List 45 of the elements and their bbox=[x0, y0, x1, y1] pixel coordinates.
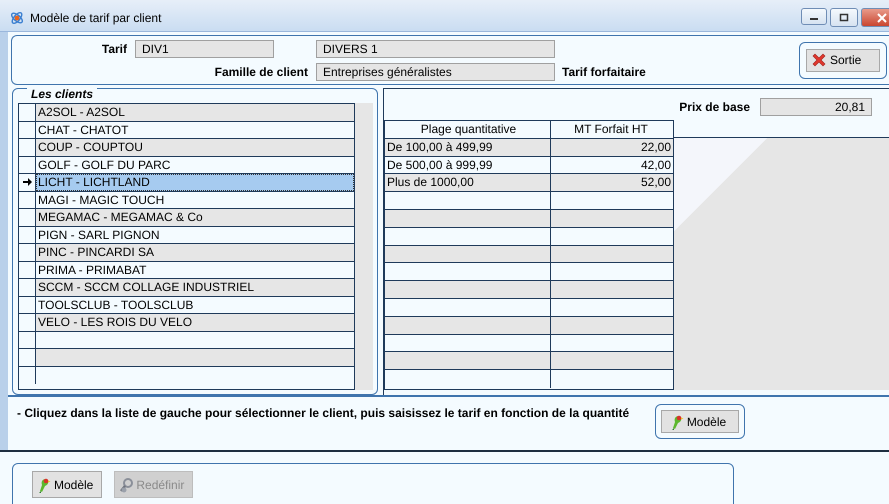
empty-row[interactable] bbox=[19, 332, 354, 349]
field-label: Tarif bbox=[100, 42, 127, 56]
row-pointer-icon bbox=[22, 177, 32, 188]
close-icon bbox=[875, 12, 889, 24]
maximize-icon bbox=[837, 12, 851, 24]
empty-row[interactable] bbox=[385, 210, 673, 228]
instruction-text: - Cliquez dans la liste de gauche pour sélectionner le client, puis saisissez le tarif en fonction de la quantité bbox=[17, 405, 630, 420]
tarif-code-field[interactable]: DIV1 bbox=[135, 40, 274, 58]
empty-row[interactable] bbox=[19, 366, 354, 384]
empty-row[interactable] bbox=[385, 246, 673, 264]
model-button[interactable]: Modèle bbox=[32, 471, 102, 498]
table-cell-text: 22,00 bbox=[640, 138, 672, 156]
client-family-field[interactable]: Entreprises généralistes bbox=[316, 62, 555, 80]
minimize-button[interactable] bbox=[801, 8, 827, 25]
table-cell-text: 52,00 bbox=[640, 174, 672, 192]
window-title: Modèle de tarif par client bbox=[30, 10, 162, 24]
empty-row[interactable] bbox=[385, 334, 673, 352]
empty-row[interactable] bbox=[385, 298, 673, 317]
mode-label: Tarif forfaitaire bbox=[562, 64, 646, 78]
group-title: Les clients bbox=[27, 87, 98, 101]
bird-icon bbox=[37, 476, 51, 492]
magnifier-icon bbox=[119, 476, 134, 492]
maximize-button[interactable] bbox=[830, 8, 858, 27]
column-header: MT Forfait HT bbox=[573, 121, 649, 138]
empty-row[interactable] bbox=[19, 349, 354, 366]
table-cell-text: 42,00 bbox=[640, 156, 672, 174]
exit-button[interactable]: Sortie bbox=[806, 48, 880, 72]
empty-row[interactable] bbox=[385, 228, 673, 246]
table-cell: De 100,00 à 499,99 bbox=[385, 138, 551, 156]
table-cell: De 500,00 à 999,99 bbox=[385, 156, 551, 174]
column-header: Plage quantitative bbox=[385, 121, 551, 138]
table-cell: Plus de 1000,00 bbox=[385, 174, 551, 192]
model-button[interactable]: Modèle bbox=[661, 410, 739, 433]
close-icon bbox=[811, 53, 827, 67]
empty-row[interactable] bbox=[385, 281, 673, 299]
empty-row[interactable] bbox=[385, 316, 673, 335]
app-icon bbox=[9, 10, 25, 26]
field-label: Prix de base bbox=[679, 100, 750, 114]
tarif-name-field[interactable]: DIVERS 1 bbox=[316, 40, 555, 58]
field-label: Famille de client bbox=[214, 64, 308, 78]
empty-row[interactable] bbox=[385, 352, 673, 370]
empty-row[interactable] bbox=[385, 192, 673, 210]
base-price-field[interactable]: 20,81 bbox=[760, 98, 872, 116]
empty-row[interactable] bbox=[385, 263, 673, 282]
minimize-icon bbox=[810, 18, 818, 20]
